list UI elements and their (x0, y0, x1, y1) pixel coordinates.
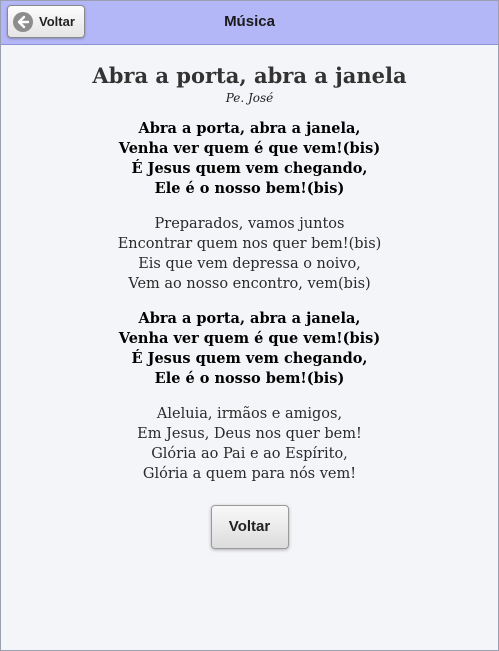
song-author: Pe. José (225, 91, 274, 105)
page-title: Música (224, 13, 275, 30)
lyric-line: Venha ver quem é que vem!(bis) (118, 330, 381, 347)
lyric-line: Abra a porta, abra a janela, (138, 120, 361, 137)
stanza-chorus: Abra a porta, abra a janela, Venha ver q… (1, 119, 498, 199)
lyric-line: Glória a quem para nós vem! (142, 466, 357, 482)
song-content: Abra a porta, abra a janela Pe. José Abr… (1, 61, 498, 549)
lyric-line: Vem ao nosso encontro, vem(bis) (128, 276, 371, 292)
stanza-verse: Preparados, vamos juntos Encontrar quem … (1, 214, 498, 294)
lyric-line: Aleluia, irmãos e amigos, (156, 406, 343, 422)
stanza-chorus: Abra a porta, abra a janela, Venha ver q… (1, 309, 498, 389)
lyric-line: Eis que vem depressa o noivo, (138, 256, 361, 272)
lyric-line: Em Jesus, Deus nos quer bem! (137, 426, 362, 442)
lyric-line: Preparados, vamos juntos (154, 216, 345, 232)
app-window: Voltar Música Abra a porta, abra a janel… (0, 0, 499, 651)
lyric-line: Ele é o nosso bem!(bis) (154, 370, 345, 387)
lyric-line: É Jesus quem vem chegando, (131, 350, 368, 367)
lyric-line: Encontrar quem nos quer bem!(bis) (117, 236, 382, 252)
back-button[interactable]: Voltar (210, 505, 289, 549)
lyric-line: Abra a porta, abra a janela, (138, 310, 361, 327)
lyric-line: Glória ao Pai e ao Espírito, (151, 446, 348, 462)
song-title: Abra a porta, abra a janela (92, 63, 407, 88)
lyric-line: Ele é o nosso bem!(bis) (154, 180, 345, 197)
stanza-verse: Aleluia, irmãos e amigos, Em Jesus, Deus… (1, 404, 498, 484)
lyric-line: Venha ver quem é que vem!(bis) (118, 140, 381, 157)
lyric-line: É Jesus quem vem chegando, (131, 160, 368, 177)
header-bar: Voltar Música (1, 1, 498, 45)
